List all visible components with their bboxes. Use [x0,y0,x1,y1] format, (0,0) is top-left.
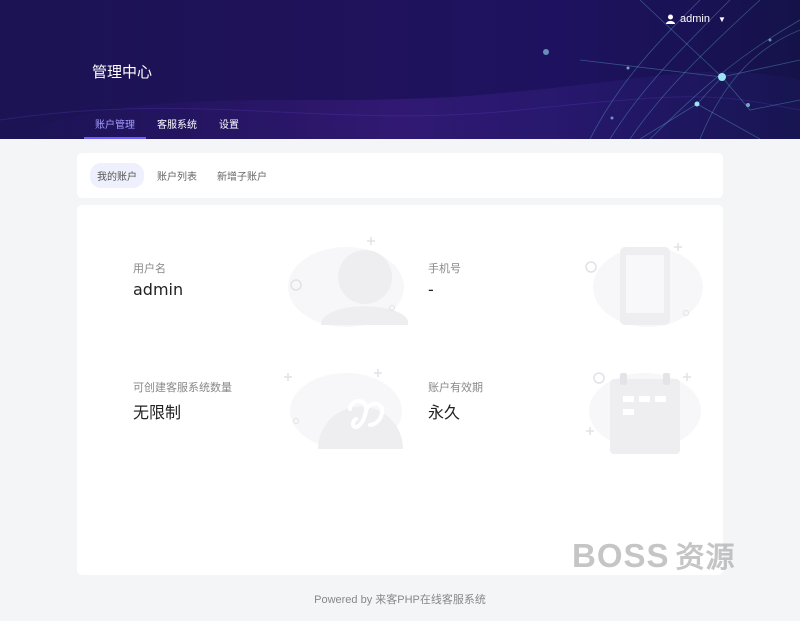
calendar-icon [586,372,701,454]
subtab-my-account[interactable]: 我的账户 [90,163,144,188]
page-title: 管理中心 [92,63,153,81]
phone-value: - [428,280,434,299]
quota-card: 可创建客服系统数量 无限制 [133,369,403,479]
username-card: 用户名 admin [133,237,408,360]
watermark-latin: BOSS [572,537,670,574]
header-banner: admin ▼ 管理中心 账户管理 客服系统 设置 [0,0,800,139]
user-name: admin [680,13,710,25]
account-info-panel: 用户名 admin 手机号 - 可创建客服系统数量 无限制 账户有效期 永久 [77,205,723,575]
mini-program-icon [284,369,403,449]
tab-account-management[interactable]: 账户管理 [84,108,146,139]
mobile-phone-icon [585,243,703,327]
tab-settings[interactable]: 设置 [208,108,250,139]
quota-label: 可创建客服系统数量 [133,381,232,394]
sub-nav: 我的账户 账户列表 新增子账户 [77,153,723,198]
user-menu[interactable]: admin ▼ [666,13,726,25]
expiry-label: 账户有效期 [428,381,483,394]
user-icon [666,14,675,24]
tab-customer-service-system[interactable]: 客服系统 [146,108,208,139]
quota-value: 无限制 [133,403,182,422]
user-avatar-icon [288,237,408,327]
watermark-logo: BOSS 资源 [572,534,736,576]
username-value: admin [133,280,184,299]
phone-label: 手机号 [428,262,461,275]
footer-text: Powered by 来客PHP在线客服系统 [314,594,486,606]
main-nav: 账户管理 客服系统 设置 [84,108,250,139]
username-label: 用户名 [133,262,166,275]
phone-card: 手机号 - [428,243,703,360]
subtab-add-subaccount[interactable]: 新增子账户 [210,163,274,188]
caret-down-icon: ▼ [717,14,726,24]
subtab-account-list[interactable]: 账户列表 [150,163,204,188]
expiry-card: 账户有效期 永久 [428,372,701,479]
expiry-value: 永久 [428,403,461,422]
watermark-cn: 资源 [675,542,736,574]
